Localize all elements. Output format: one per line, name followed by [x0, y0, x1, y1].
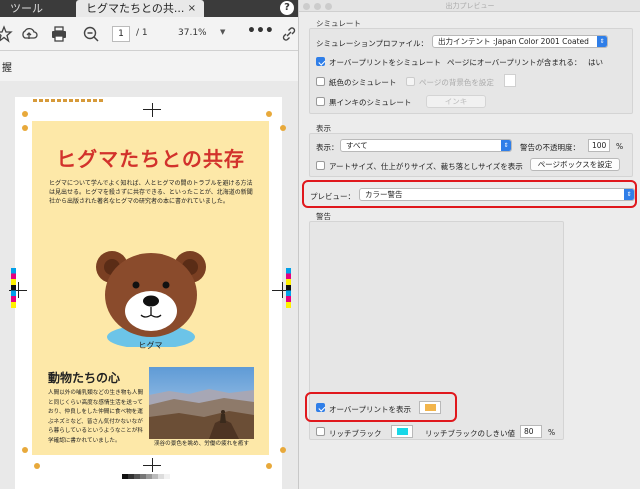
- output-preview-dialog: 出力プレビュー シミュレート シミュレーションプロファイル： 出力インテント :…: [298, 0, 640, 489]
- upload-cloud-icon[interactable]: [20, 25, 38, 43]
- simulate-overprint-label: オーバープリントをシミュレート: [329, 58, 441, 67]
- page-overprint-value: はい: [588, 58, 603, 67]
- corner-registration: [280, 447, 286, 453]
- corner-registration: [22, 125, 28, 131]
- canyon-photo: [149, 367, 254, 439]
- chevron-updown-icon: ⇕: [597, 36, 607, 47]
- link-icon[interactable]: [280, 25, 298, 43]
- more-options-icon[interactable]: •••: [247, 23, 274, 39]
- page-view[interactable]: ヒグマたちとの共存 ヒグマについて学んでよく知れば、人とヒグマの間のトラブルを避…: [0, 81, 298, 489]
- simulate-overprint-checkbox[interactable]: [316, 57, 325, 66]
- photo-caption: 渓谷の景色を眺め、労働の疲れを癒す: [153, 441, 250, 447]
- black-ink-checkbox[interactable]: [316, 97, 325, 106]
- corner-registration: [34, 463, 40, 469]
- rich-black-label: リッチブラック: [329, 429, 382, 438]
- crop-mark: [282, 282, 283, 298]
- black-ink-label: 黒インキのシミュレート: [329, 98, 412, 107]
- close-icon[interactable]: ×: [188, 0, 196, 17]
- rich-black-threshold-input[interactable]: 80: [520, 425, 542, 438]
- percent-sign: %: [548, 428, 556, 437]
- dialog-title: 出力プレビュー: [445, 2, 495, 10]
- crop-mark: [18, 282, 19, 298]
- page-overprint-label: ページにオーバープリントが含まれる：: [447, 58, 582, 67]
- rich-black-color-swatch[interactable]: [391, 425, 413, 438]
- warning-opacity-input[interactable]: 100: [588, 139, 610, 152]
- color-bar-right: [286, 268, 291, 308]
- corner-registration: [266, 463, 272, 469]
- artsize-checkbox[interactable]: [316, 161, 325, 170]
- simulation-profile-label: シミュレーションプロファイル：: [316, 39, 428, 48]
- warning-opacity-label: 警告の不透明度：: [520, 143, 580, 152]
- page-bg-swatch[interactable]: [504, 74, 516, 87]
- bear-caption: ヒグマ: [138, 341, 163, 350]
- display-group: 表示： すべて ⇕ 警告の不透明度： 100 % アートサイズ、仕上がりサイズ、…: [309, 133, 633, 177]
- color-bar-left: [11, 268, 16, 308]
- ink-button[interactable]: インキ: [426, 95, 486, 108]
- zoom-level[interactable]: 37.1%: [178, 28, 207, 38]
- highlight-overprint: [305, 392, 457, 422]
- simulation-profile-select[interactable]: 出力インテント :Japan Color 2001 Coated ⇕: [432, 35, 608, 48]
- document-intro: ヒグマについて学んでよく知れば、人とヒグマの間のトラブルを避ける方法は見出せる。…: [49, 180, 253, 205]
- tab-bar: ツール ヒグマたちとの共... × ?: [0, 0, 298, 17]
- tab-document-label: ヒグマたちとの共...: [86, 2, 185, 15]
- animals-heading: 動物たちの心: [48, 371, 121, 385]
- secondary-toolbar: 握: [0, 51, 298, 81]
- artsize-label: アートサイズ、仕上がりサイズ、裁ち落としサイズを表示: [329, 162, 523, 171]
- page-box-button[interactable]: ページボックスを設定: [530, 158, 620, 171]
- toolbar: 1 / 1 37.1% ▼ •••: [0, 17, 298, 51]
- highlight-preview: [302, 180, 637, 208]
- page-total: / 1: [136, 28, 148, 38]
- corner-registration: [266, 111, 272, 117]
- corner-registration: [22, 111, 28, 117]
- show-value: すべて: [346, 141, 368, 150]
- show-select[interactable]: すべて ⇕: [340, 139, 512, 152]
- help-icon[interactable]: ?: [280, 1, 294, 15]
- page-bg-label: ページの背景色を設定: [419, 78, 494, 87]
- simulate-group: シミュレーションプロファイル： 出力インテント :Japan Color 200…: [309, 28, 633, 114]
- bear-illustration: [96, 251, 206, 347]
- slug-text: [33, 99, 103, 102]
- paper-color-checkbox[interactable]: [316, 77, 325, 86]
- percent-sign: %: [616, 142, 624, 151]
- acrobat-window: ツール ヒグマたちとの共... × ? 1 / 1 37.1% ▼ ••• 握 …: [0, 0, 298, 489]
- chevron-down-icon[interactable]: ▼: [220, 28, 225, 36]
- zoom-out-icon[interactable]: [82, 25, 100, 43]
- tab-tools[interactable]: ツール: [10, 0, 43, 17]
- show-label: 表示：: [316, 143, 339, 152]
- star-icon[interactable]: [0, 25, 13, 43]
- rich-black-threshold-label: リッチブラックのしきい値: [425, 429, 515, 438]
- subbar-label: 握: [2, 63, 12, 74]
- rich-black-swatch-fill: [397, 428, 408, 435]
- tab-document[interactable]: ヒグマたちとの共... ×: [76, 0, 204, 17]
- rich-black-checkbox[interactable]: [316, 427, 325, 436]
- document-title: ヒグマたちとの共存: [56, 147, 245, 171]
- corner-registration: [22, 447, 28, 453]
- crop-mark: [152, 103, 153, 117]
- page-number-input[interactable]: 1: [112, 26, 130, 42]
- document-artboard: ヒグマたちとの共存 ヒグマについて学んでよく知れば、人とヒグマの間のトラブルを避…: [32, 121, 269, 455]
- grayscale-strip: [122, 474, 170, 479]
- crop-mark: [152, 458, 153, 472]
- corner-registration: [280, 125, 286, 131]
- page-bg-checkbox[interactable]: [406, 77, 415, 86]
- paper-color-label: 紙色のシミュレート: [329, 78, 397, 87]
- animals-body: 人間以外の哺乳類などの生き物も人間と同じくらい高度な感情生活を送っており、仲良し…: [48, 390, 144, 444]
- chevron-updown-icon: ⇕: [501, 140, 511, 151]
- simulation-profile-value: 出力インテント :Japan Color 2001 Coated: [438, 37, 589, 46]
- dialog-titlebar: 出力プレビュー: [299, 0, 640, 12]
- print-icon[interactable]: [50, 25, 68, 43]
